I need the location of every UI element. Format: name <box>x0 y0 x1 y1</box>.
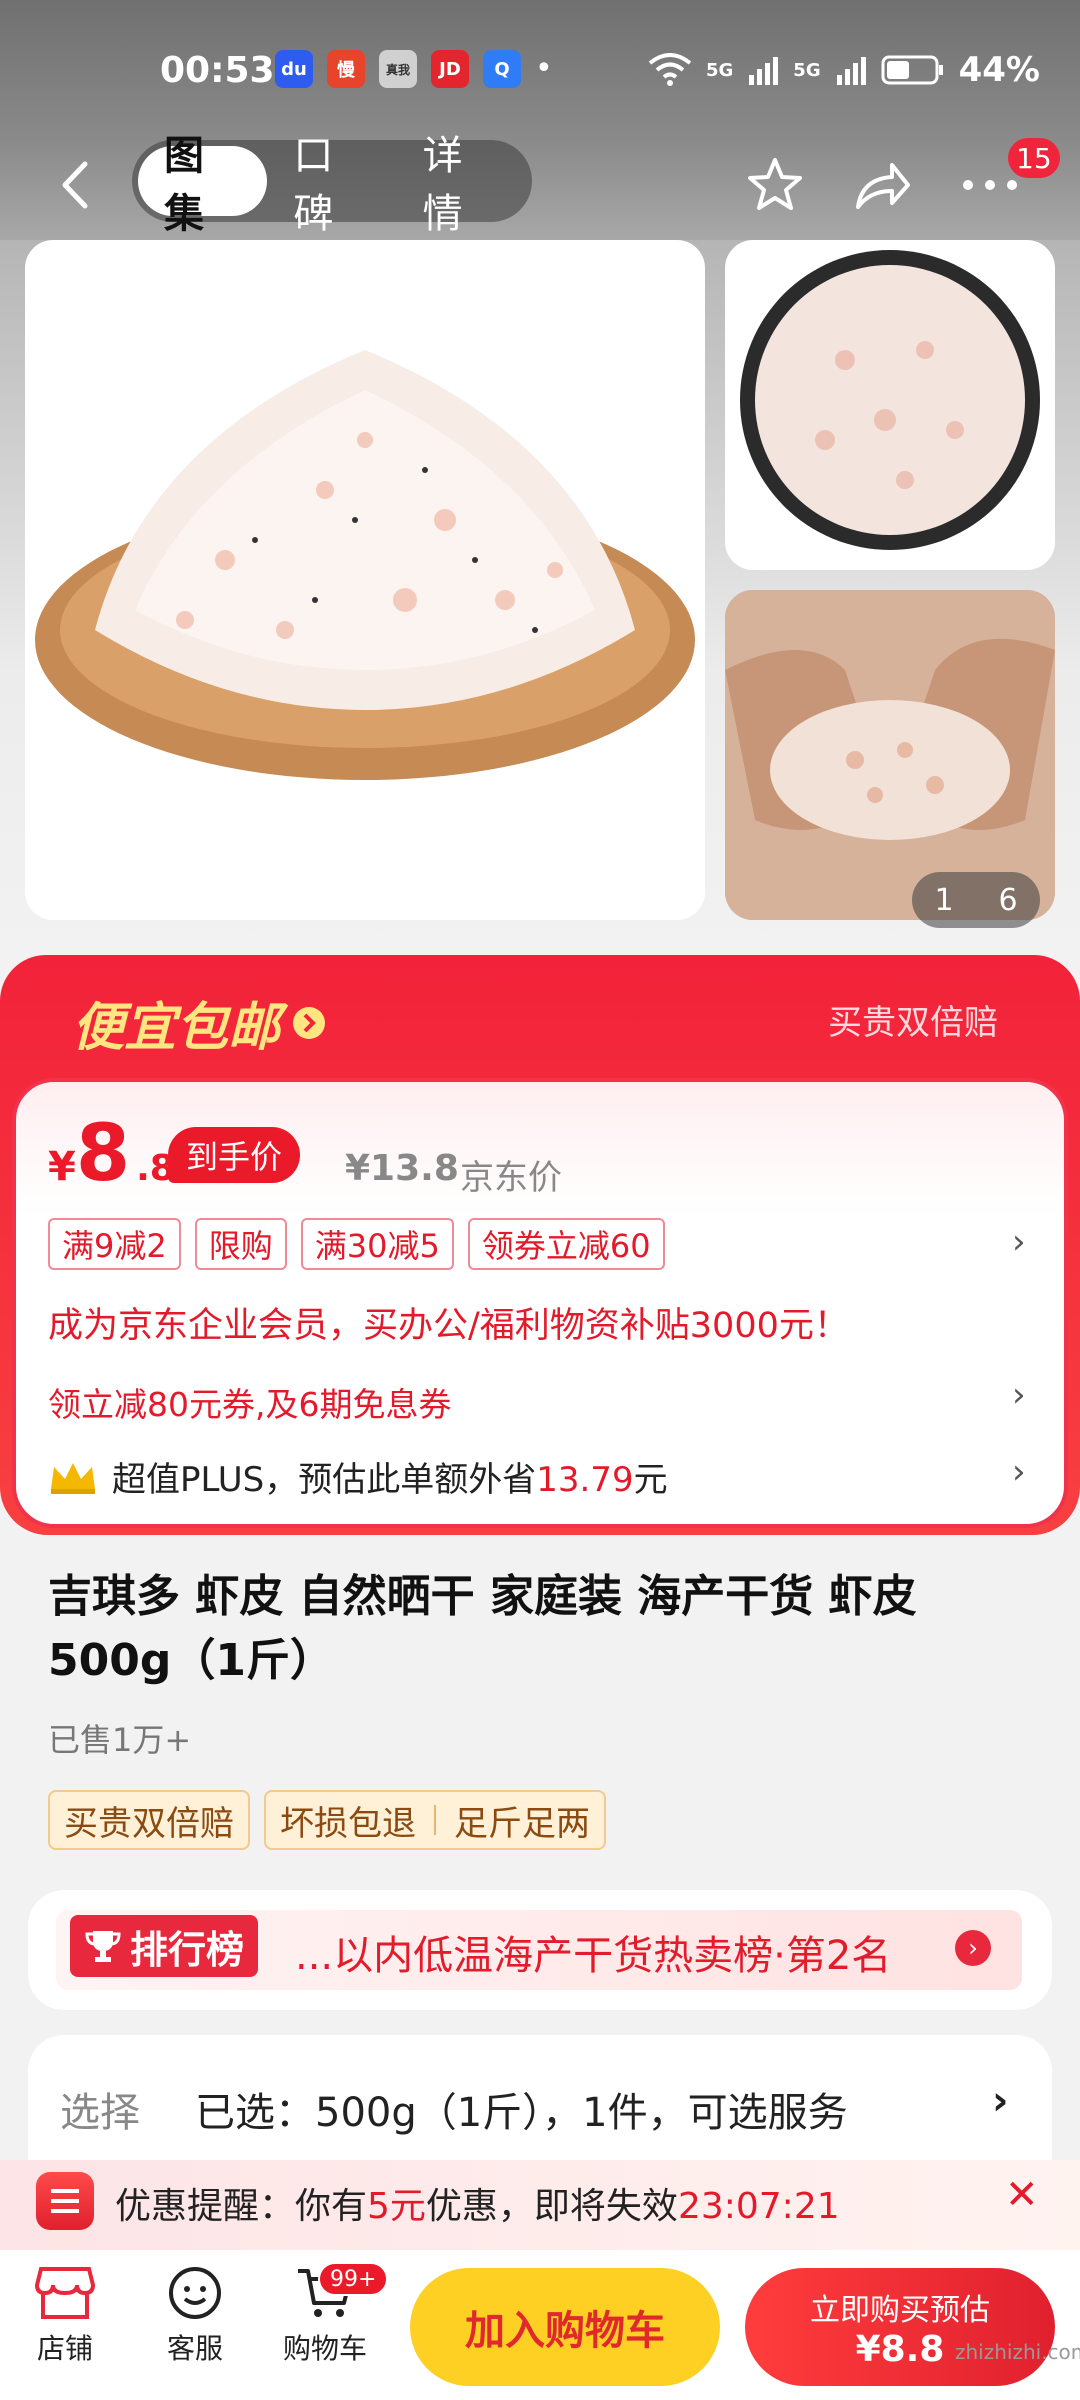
tag-divider <box>434 1805 436 1835</box>
back-button[interactable] <box>45 150 105 220</box>
trophy-icon <box>85 1931 121 1962</box>
status-indicators: 5G 5G 44% <box>648 50 1040 90</box>
enterprise-member-promo[interactable]: 成为京东企业会员，买办公/福利物资补贴3000元！ <box>48 1297 849 1348</box>
original-price-label: 京东价 <box>460 1158 562 1198</box>
discount-reminder-text: 优惠提醒：你有5元优惠，即将失效23:07:21 <box>115 2177 840 2229</box>
image-counter-current: 1 <box>934 882 954 918</box>
plus-unit: 元 <box>633 1460 668 1500</box>
baidu-app-icon: du <box>275 50 313 88</box>
signal-icon-2 <box>836 57 866 85</box>
status-time: 00:53 <box>160 50 275 91</box>
voucher-chevron-icon[interactable]: › <box>1012 1375 1026 1415</box>
add-to-cart-button[interactable]: 加入购物车 <box>410 2268 720 2386</box>
search-app-icon: Q <box>483 50 521 88</box>
reminder-countdown: 23:07:21 <box>677 2186 840 2227</box>
reminder-middle: 优惠，即将失效 <box>425 2186 678 2227</box>
battery-percent: 44% <box>958 50 1040 90</box>
tab-gallery[interactable]: 图集 <box>138 133 268 237</box>
close-icon[interactable]: ✕ <box>1005 2172 1039 2218</box>
shrimp-hands-illustration <box>725 590 1055 920</box>
customer-service-label: 客服 <box>166 2332 223 2365</box>
plus-amount: 13.79 <box>536 1460 634 1500</box>
selection-label: 选择 <box>60 2090 140 2136</box>
tab-reviews[interactable]: 口碑 <box>267 133 396 237</box>
star-icon <box>748 158 802 210</box>
shrimp-plate-illustration <box>35 350 695 780</box>
product-main-image[interactable] <box>25 240 705 920</box>
product-title: 吉琪多 虾皮 自然晒干 家庭装 海产干货 虾皮500g（1斤） <box>48 1571 917 1686</box>
reminder-prefix: 优惠提醒：你有 <box>115 2186 368 2227</box>
ranking-text: ...以内低温海产干货热卖榜·第2名 <box>295 1933 892 1979</box>
coupon-icon <box>36 2172 94 2230</box>
image-counter: 1 6 <box>912 872 1040 928</box>
selection-chevron-icon[interactable]: › <box>992 2078 1008 2124</box>
price-currency: ¥ <box>48 1144 76 1190</box>
smiley-chat-icon <box>169 2267 221 2319</box>
watermark: zhizhizhi.com <box>955 2340 1080 2364</box>
message-count-badge: 15 <box>1008 138 1060 178</box>
plus-savings[interactable]: 超值PLUS，预估此单额外省13.79元 <box>48 1452 668 1501</box>
manmanbuy-app-icon: 慢 <box>327 50 365 88</box>
jd-app-icon: JD <box>431 50 469 88</box>
voucher-promo[interactable]: 领立减80元券,及6期免息券 <box>48 1378 451 1426</box>
coupon-tag[interactable]: 限购 <box>194 1218 287 1270</box>
reminder-amount: 5元 <box>367 2186 426 2227</box>
buy-now-label: 立即购买预估 <box>810 2292 990 2328</box>
more-dots-icon <box>963 180 1017 190</box>
chevron-circle-icon <box>293 1006 326 1039</box>
coupon-chevron-icon[interactable]: › <box>1012 1222 1026 1262</box>
signal-icon <box>749 57 779 85</box>
share-icon <box>856 163 910 209</box>
back-arrow-icon <box>62 161 88 209</box>
product-thumbnail-bowl[interactable] <box>725 240 1055 570</box>
service-tags[interactable]: 买贵双倍赔 坏损包退 足斤足两 <box>48 1790 606 1850</box>
ranking-arrow-icon[interactable]: › <box>955 1930 991 1966</box>
shop-label: 店铺 <box>36 2332 93 2365</box>
ranking-badge-label: 排行榜 <box>130 1927 245 1972</box>
price-guarantee-text[interactable]: 买贵双倍赔 <box>828 995 998 1044</box>
more-notifications-dot: • <box>535 51 553 86</box>
coupon-tag[interactable]: 领券立减60 <box>467 1218 665 1270</box>
original-price: ¥13.8 <box>345 1148 459 1189</box>
tab-details[interactable]: 详情 <box>397 133 526 237</box>
service-tag-price-guarantee[interactable]: 买贵双倍赔 <box>48 1790 250 1850</box>
customer-service-button[interactable]: 客服 <box>140 2265 250 2367</box>
buy-now-price: ¥8.8 <box>855 2328 945 2370</box>
final-price-tag: 到手价 <box>168 1127 301 1183</box>
buy-now-button[interactable]: 立即购买预估 ¥8.8 <box>745 2268 1055 2386</box>
product-thumbnail-hands[interactable] <box>725 590 1055 920</box>
plus-chevron-icon[interactable]: › <box>1012 1452 1026 1492</box>
final-price: ¥ 8 .8 <box>48 1115 175 1193</box>
crown-icon <box>51 1462 95 1494</box>
service-tag-full-weight: 足斤足两 <box>454 1803 590 1844</box>
shrimp-bowl-illustration <box>740 250 1040 550</box>
signal-label-2: 5G <box>793 59 821 81</box>
tab-bar: 图集 口碑 详情 <box>132 133 532 237</box>
signal-label-1: 5G <box>705 59 734 81</box>
ticket-lines-icon <box>51 2189 79 2213</box>
selection-value[interactable]: 已选：500g（1斤），1件，可选服务 <box>195 2080 848 2138</box>
ranking-badge: 排行榜 <box>70 1915 259 1977</box>
plus-text: 超值PLUS，预估此单额外省 <box>112 1460 537 1500</box>
sold-count: 已售1万+ <box>48 1721 192 1759</box>
coupon-tag[interactable]: 满9减2 <box>48 1218 181 1270</box>
service-tag-damage-return: 坏损包退 <box>280 1803 416 1844</box>
coupon-tag[interactable]: 满30减5 <box>300 1218 454 1270</box>
battery-icon <box>881 55 943 85</box>
coupon-list[interactable]: 满9减2 限购 满30减5 领券立减60 <box>48 1218 665 1270</box>
promo-title[interactable]: 便宜包邮 <box>72 985 326 1060</box>
service-tag-group[interactable]: 坏损包退 足斤足两 <box>264 1790 606 1850</box>
cart-label: 购物车 <box>282 2332 367 2365</box>
share-button[interactable] <box>842 145 922 225</box>
shop-button[interactable]: 店铺 <box>10 2265 120 2367</box>
store-icon <box>35 2267 95 2319</box>
favorite-button[interactable] <box>735 145 815 225</box>
cart-count-badge: 99+ <box>318 2262 389 2296</box>
wifi-icon <box>648 53 692 86</box>
realme-app-icon: 真我 <box>379 50 417 88</box>
promo-title-text: 便宜包邮 <box>72 998 281 1058</box>
image-counter-total: 6 <box>998 882 1018 918</box>
status-app-icons: du 慢 真我 JD Q • <box>275 50 553 88</box>
price-integer: 8 <box>75 1109 131 1199</box>
